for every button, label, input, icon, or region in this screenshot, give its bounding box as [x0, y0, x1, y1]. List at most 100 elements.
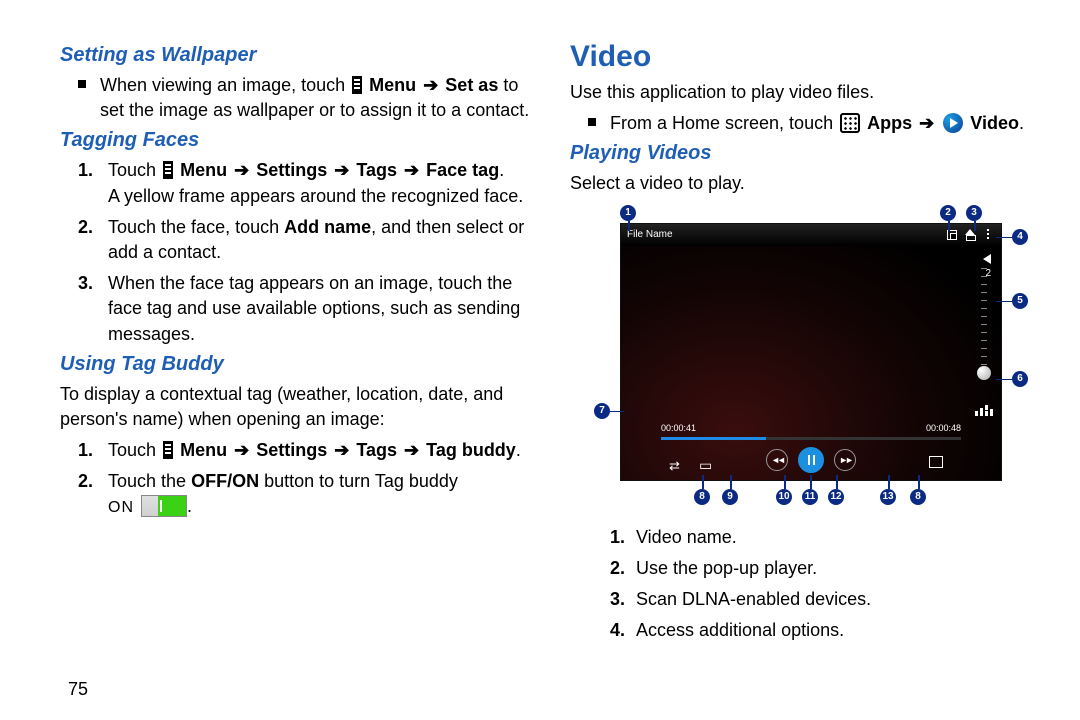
shuffle-icon [669, 458, 680, 474]
menu-icon [163, 441, 173, 459]
text: Menu [180, 160, 227, 180]
next-button-icon [834, 449, 856, 471]
text: Add name [284, 217, 371, 237]
step-number: 2. [78, 469, 108, 520]
thumbnail-icon [699, 457, 712, 474]
text: Video [970, 113, 1019, 133]
on-off-switch-icon [141, 495, 187, 517]
menu-icon [352, 76, 362, 94]
text: Apps [867, 113, 912, 133]
heading-playing-videos: Playing Videos [570, 142, 1050, 165]
left-column: Setting as Wallpaper When viewing an ima… [60, 40, 540, 649]
on-label: ON [108, 499, 134, 516]
arrow-right-icon: ➔ [334, 160, 349, 180]
time-elapsed: 00:00:41 [661, 423, 696, 433]
step-3: 3. When the face tag appears on an image… [60, 271, 540, 347]
callout-legend: 1.Video name. 2.Use the pop-up player. 3… [570, 525, 1050, 644]
aspect-ratio-icon [929, 456, 943, 468]
text: Menu [369, 75, 416, 95]
video-player-screenshot: File Name 2 00:00:41 00:00:48 [620, 223, 1002, 481]
buddy-step-2: 2. Touch the OFF/ON button to turn Tag b… [60, 469, 540, 520]
apps-grid-icon [840, 113, 860, 133]
callout-8: 8 [694, 489, 710, 505]
text: When the face tag appears on an image, t… [108, 271, 540, 347]
square-bullet-icon [78, 80, 86, 88]
video-intro: Use this application to play video files… [570, 80, 1050, 105]
file-name-label: File Name [627, 229, 673, 240]
step-number: 3. [78, 271, 108, 347]
previous-button-icon [766, 449, 788, 471]
callout-5: 5 [1012, 293, 1028, 309]
callout-13: 13 [880, 489, 896, 505]
text: Face tag [426, 160, 499, 180]
pause-button-icon [798, 447, 824, 473]
arrow-right-icon: ➔ [919, 113, 934, 133]
volume-slider: 2 [975, 254, 991, 394]
step-number: 2. [78, 215, 108, 265]
text: When viewing an image, touch [100, 75, 345, 95]
text: Tags [356, 440, 397, 460]
callout-9: 9 [722, 489, 738, 505]
playing-intro: Select a video to play. [570, 171, 1050, 196]
heading-video: Video [570, 40, 1050, 74]
callout-4: 4 [1012, 229, 1028, 245]
tag-buddy-intro: To display a contextual tag (weather, lo… [60, 382, 540, 432]
text: Settings [256, 440, 327, 460]
text: Set as [445, 75, 498, 95]
buddy-step-1: 1. Touch Menu ➔ Settings ➔ Tags ➔ Tag bu… [60, 438, 540, 463]
callout-1: 1 [620, 205, 636, 221]
text: Tag buddy [426, 440, 516, 460]
equalizer-icon [975, 402, 993, 416]
arrow-right-icon: ➔ [404, 440, 419, 460]
legend-item: 4.Access additional options. [570, 618, 1050, 643]
arrow-right-icon: ➔ [234, 160, 249, 180]
page-number: 75 [68, 679, 88, 700]
time-total: 00:00:48 [926, 423, 961, 433]
callout-3: 3 [966, 205, 982, 221]
right-column: Video Use this application to play video… [570, 40, 1050, 649]
text: Scan DLNA-enabled devices. [636, 587, 871, 612]
player-titlebar: File Name [621, 224, 1001, 246]
arrow-right-icon: ➔ [423, 75, 438, 95]
video-player-diagram: File Name 2 00:00:41 00:00:48 [590, 207, 1030, 507]
text: button to turn Tag buddy [264, 471, 458, 491]
text: Touch the [108, 471, 186, 491]
heading-tagging-faces: Tagging Faces [60, 129, 540, 152]
callout-11: 11 [802, 489, 818, 505]
video-app-icon [943, 113, 963, 133]
text: Use the pop-up player. [636, 556, 817, 581]
wallpaper-bullet: When viewing an image, touch Menu ➔ Set … [60, 73, 540, 123]
callout-2: 2 [940, 205, 956, 221]
text: A yellow frame appears around the recogn… [108, 184, 523, 209]
step-2: 2. Touch the face, touch Add name, and t… [60, 215, 540, 265]
legend-item: 2.Use the pop-up player. [570, 556, 1050, 581]
heading-wallpaper: Setting as Wallpaper [60, 44, 540, 67]
text: Tags [356, 160, 397, 180]
heading-tag-buddy: Using Tag Buddy [60, 353, 540, 376]
text: OFF/ON [191, 471, 259, 491]
square-bullet-icon [588, 118, 596, 126]
step-1: 1. Touch Menu ➔ Settings ➔ Tags ➔ Face t… [60, 158, 540, 208]
text: Menu [180, 440, 227, 460]
text: Video name. [636, 525, 737, 550]
volume-ticks [981, 268, 987, 378]
text: Access additional options. [636, 618, 844, 643]
speaker-icon [983, 254, 991, 264]
arrow-right-icon: ➔ [404, 160, 419, 180]
step-number: 1. [78, 158, 108, 208]
text: Settings [256, 160, 327, 180]
arrow-right-icon: ➔ [234, 440, 249, 460]
callout-8-right: 8 [910, 489, 926, 505]
callout-10: 10 [776, 489, 792, 505]
more-options-icon [981, 228, 995, 242]
text: From a Home screen, touch [610, 113, 833, 133]
video-launch-bullet: From a Home screen, touch Apps ➔ Video. [570, 111, 1050, 136]
callout-7: 7 [594, 403, 610, 419]
legend-item: 1.Video name. [570, 525, 1050, 550]
volume-knob [977, 366, 991, 380]
text: Touch the face, touch [108, 217, 279, 237]
callout-12: 12 [828, 489, 844, 505]
seek-bar: 00:00:41 00:00:48 [661, 437, 961, 440]
arrow-right-icon: ➔ [334, 440, 349, 460]
menu-icon [163, 161, 173, 179]
